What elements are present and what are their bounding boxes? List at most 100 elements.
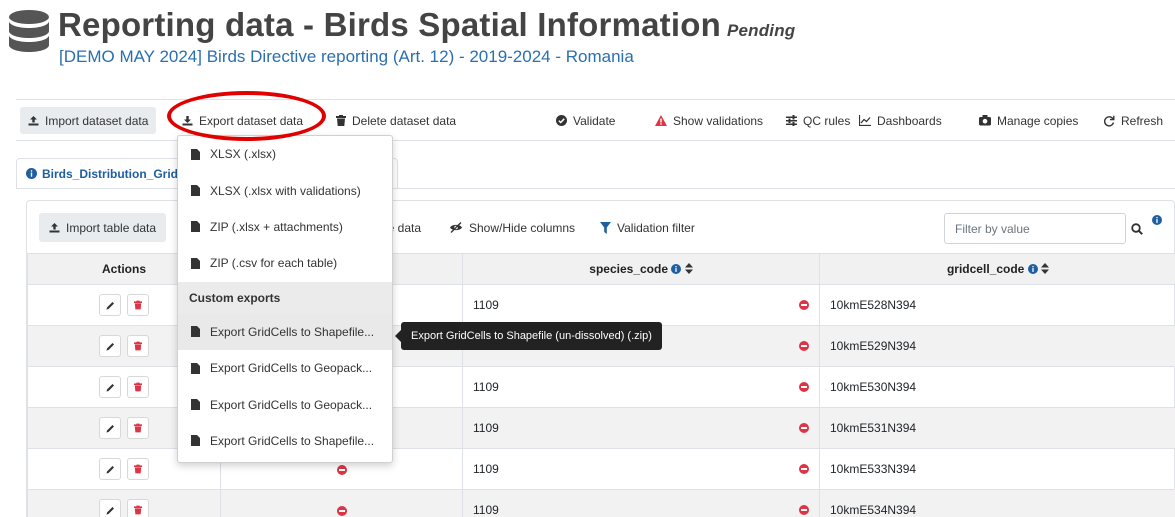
trash-icon xyxy=(134,300,142,310)
export-zip-csv-item[interactable]: ZIP (.csv for each table) xyxy=(178,245,392,281)
file-icon xyxy=(191,326,200,338)
gridcell-code-cell[interactable]: 10kmE530N394 xyxy=(819,366,1175,408)
delete-dataset-label: Delete dataset data xyxy=(352,113,457,128)
page-title-text: Reporting data - Birds Spatial Informati… xyxy=(58,6,721,43)
delete-row-button[interactable] xyxy=(127,376,149,398)
validation-filter-label: Validation filter xyxy=(617,220,695,235)
gridcell-code-cell[interactable]: 10kmE529N394 xyxy=(819,325,1175,367)
edit-row-button[interactable] xyxy=(99,294,121,316)
sort-icon[interactable] xyxy=(1041,263,1050,274)
import-table-button[interactable]: Import table data xyxy=(39,213,167,242)
edit-row-button[interactable] xyxy=(99,417,121,439)
gridcell-code-cell[interactable]: 10kmE528N394 xyxy=(819,284,1175,326)
menu-item-label: ZIP (.xlsx + attachments) xyxy=(210,219,343,234)
delete-row-button[interactable] xyxy=(127,499,149,517)
species-code-value: 1109 xyxy=(473,298,499,312)
error-icon[interactable] xyxy=(799,341,809,351)
manage-copies-label: Manage copies xyxy=(997,113,1079,128)
eye-slash-icon xyxy=(450,222,462,233)
dashboards-button[interactable]: Dashboards xyxy=(851,107,950,134)
refresh-button[interactable]: Refresh xyxy=(1095,107,1171,134)
export-xlsx-validations-item[interactable]: XLSX (.xlsx with validations) xyxy=(178,172,392,208)
delete-row-button[interactable] xyxy=(127,417,149,439)
error-icon[interactable] xyxy=(799,300,809,310)
sort-icon[interactable] xyxy=(684,263,693,274)
gridcell-code-cell[interactable]: 10kmE531N394 xyxy=(819,407,1175,449)
gridcell-code-cell[interactable]: 10kmE533N394 xyxy=(819,448,1175,490)
file-icon xyxy=(191,148,200,160)
export-dataset-button[interactable]: Export dataset data xyxy=(174,107,311,134)
species-code-cell[interactable]: 1109 xyxy=(462,407,820,449)
import-dataset-button[interactable]: Import dataset data xyxy=(20,107,157,134)
delete-row-button[interactable] xyxy=(127,335,149,357)
menu-item-label: Export GridCells to Geopack... xyxy=(210,361,373,376)
menu-item-label: Export GridCells to Geopack... xyxy=(210,397,373,412)
import-dataset-label: Import dataset data xyxy=(45,113,149,128)
database-icon xyxy=(9,10,49,52)
page-title: Reporting data - Birds Spatial Informati… xyxy=(58,6,795,44)
validate-label: Validate xyxy=(573,113,616,128)
filter-by-value-input[interactable] xyxy=(944,213,1126,244)
menu-item-label: ZIP (.csv for each table) xyxy=(210,256,338,271)
export-gridcells-geopackage-item-2[interactable]: Export GridCells to Geopack... xyxy=(178,386,392,422)
tab-label: Birds_Distribution_Grid xyxy=(42,166,179,181)
filter-icon xyxy=(600,221,611,234)
file-icon xyxy=(191,435,200,447)
export-gridcells-geopackage-item[interactable]: Export GridCells to Geopack... xyxy=(178,350,392,386)
show-validations-button[interactable]: Show validations xyxy=(647,107,771,134)
edit-row-button[interactable] xyxy=(99,499,121,517)
validation-filter-button[interactable]: Validation filter xyxy=(600,213,695,242)
upload-icon xyxy=(49,223,60,233)
species-code-cell[interactable]: 1109 xyxy=(462,448,820,490)
refresh-icon xyxy=(1103,115,1115,126)
error-icon[interactable] xyxy=(799,464,809,474)
validate-button[interactable]: Validate xyxy=(548,107,623,134)
file-icon xyxy=(191,221,200,233)
error-icon[interactable] xyxy=(799,382,809,392)
edit-row-button[interactable] xyxy=(99,376,121,398)
delete-row-button[interactable] xyxy=(127,294,149,316)
edit-row-button[interactable] xyxy=(99,458,121,480)
trash-icon xyxy=(134,423,142,433)
gridcell-code-value: 10kmE529N394 xyxy=(830,339,917,353)
export-xlsx-item[interactable]: XLSX (.xlsx) xyxy=(178,136,392,172)
species-code-value: 1109 xyxy=(473,380,499,394)
import-table-label: Import table data xyxy=(66,220,157,235)
edit-row-button[interactable] xyxy=(99,335,121,357)
gridcell-code-cell[interactable]: 10kmE534N394 xyxy=(819,489,1175,517)
menu-item-label: XLSX (.xlsx with validations) xyxy=(210,183,361,198)
search-icon[interactable] xyxy=(1131,223,1143,235)
species-code-header-label: species_code xyxy=(589,262,669,276)
manage-copies-button[interactable]: Manage copies xyxy=(971,107,1086,134)
dataflow-link[interactable]: [DEMO MAY 2024] Birds Directive reportin… xyxy=(59,47,634,67)
info-icon xyxy=(26,168,37,179)
chart-icon xyxy=(859,115,871,126)
info-icon xyxy=(671,264,682,274)
error-icon[interactable] xyxy=(336,464,347,475)
error-icon[interactable] xyxy=(799,505,809,515)
check-circle-icon xyxy=(556,115,567,126)
species-code-value: 1109 xyxy=(473,503,499,517)
pencil-icon xyxy=(106,465,114,473)
delete-dataset-button[interactable]: Delete dataset data xyxy=(328,107,464,134)
species-code-cell[interactable]: 1109 xyxy=(462,284,820,326)
gridcell-code-header[interactable]: gridcell_code xyxy=(819,253,1175,285)
delete-row-button[interactable] xyxy=(127,458,149,480)
pencil-icon xyxy=(106,301,114,309)
species-code-cell[interactable]: 1109 xyxy=(462,489,820,517)
row-actions xyxy=(27,489,221,517)
species-code-header[interactable]: species_code xyxy=(462,253,820,285)
trash-icon xyxy=(134,464,142,474)
species-code-cell[interactable]: 1109 xyxy=(462,366,820,408)
export-gridcells-shapefile-item[interactable]: Export GridCells to Shapefile... xyxy=(178,423,392,459)
error-icon[interactable] xyxy=(336,505,347,516)
qc-rules-button[interactable]: QC rules xyxy=(778,107,858,134)
export-gridcells-shapefile-undissolved-item[interactable]: Export GridCells to Shapefile... xyxy=(178,313,392,350)
info-icon[interactable] xyxy=(1152,215,1162,225)
export-zip-xlsx-item[interactable]: ZIP (.xlsx + attachments) xyxy=(178,209,392,245)
status-label: Pending xyxy=(726,21,796,40)
show-hide-columns-button[interactable]: Show/Hide columns xyxy=(449,213,575,242)
show-hide-columns-label: Show/Hide columns xyxy=(469,220,576,235)
pencil-icon xyxy=(106,383,114,391)
error-icon[interactable] xyxy=(799,423,809,433)
